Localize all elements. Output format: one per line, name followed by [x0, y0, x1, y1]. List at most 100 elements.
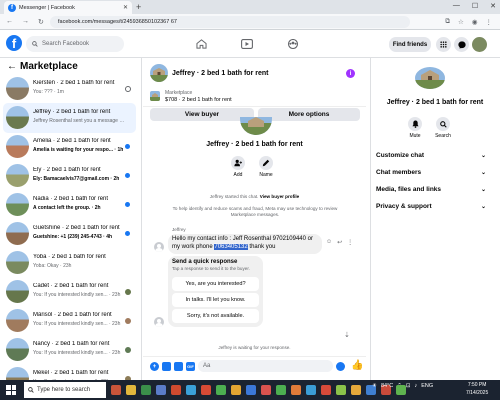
conversation-row[interactable]: Amelia · 2 bed 1 bath for rent Amelia is …: [3, 132, 136, 162]
taskbar-search-input[interactable]: Type here to search: [24, 382, 106, 398]
quick-response-yes[interactable]: Yes, are you interested?: [172, 277, 259, 291]
listing-kicker: Marketplace: [165, 90, 193, 96]
app-glyph-icon: [231, 384, 241, 395]
pencil-icon: [259, 156, 273, 170]
taskbar-app-icon[interactable]: [335, 381, 347, 398]
taskbar-app-icon[interactable]: [155, 381, 167, 398]
forward-icon[interactable]: →: [22, 18, 29, 26]
taskbar-app-icon[interactable]: [215, 381, 227, 398]
window-close-icon[interactable]: ✕: [490, 2, 496, 10]
reply-icon[interactable]: ↩: [337, 239, 342, 246]
conversation-row[interactable]: Nancy · 2 bed 1 bath for rent You: If you…: [3, 335, 136, 365]
info-icon[interactable]: i: [346, 69, 355, 78]
details-title: Jeffrey · 2 bed 1 bath for rent: [386, 99, 484, 106]
conversation-snippet: You: If you interested kindly sen... · 2…: [33, 321, 121, 327]
conversation-row[interactable]: Kiersten · 2 bed 1 bath for rent You: ???…: [3, 74, 136, 104]
taskbar-app-icon[interactable]: [260, 381, 272, 398]
tab-close-icon[interactable]: ✕: [123, 4, 128, 11]
url-field[interactable]: facebook.com/messages/t/245936850102367 …: [50, 16, 410, 28]
bookmark-star-icon[interactable]: ☆: [458, 18, 464, 26]
taskbar-app-icon[interactable]: [170, 381, 182, 398]
tray-expand-icon[interactable]: ⌃: [397, 383, 402, 389]
conversation-row[interactable]: Guetshine · 2 bed 1 bath for rent Guetshi…: [3, 219, 136, 249]
taskbar-app-icon[interactable]: [110, 381, 122, 398]
taskbar-app-icon[interactable]: [275, 381, 287, 398]
thumbs-up-icon[interactable]: 👍: [351, 360, 363, 371]
sent-check-icon: [125, 86, 131, 92]
profile-icon[interactable]: ◉: [472, 18, 478, 26]
conversation-row[interactable]: Yoba · 2 bed 1 bath for rent Yoba: Okay ·…: [3, 248, 136, 278]
name-action[interactable]: Name: [254, 156, 278, 178]
conversation-row[interactable]: Cadet · 2 bed 1 bath for rent You: If you…: [3, 277, 136, 307]
taskbar-clock[interactable]: 7:50 PM 7/14/2025: [466, 382, 488, 397]
taskbar-app-icon[interactable]: [245, 381, 257, 398]
gif-icon[interactable]: GIF: [186, 362, 195, 371]
scroll-down-icon[interactable]: ⇣: [344, 331, 350, 339]
emoji-icon[interactable]: [336, 362, 345, 371]
chevron-down-icon: ⌄: [480, 153, 486, 159]
conversation-thumbnail: [6, 106, 29, 129]
menu-grid-icon[interactable]: [436, 37, 451, 52]
mute-action[interactable]: Mute: [400, 117, 430, 139]
home-icon[interactable]: [192, 36, 210, 52]
install-app-icon[interactable]: ⧉: [445, 18, 450, 26]
mute-label: Mute: [409, 133, 421, 139]
image-icon[interactable]: [162, 362, 171, 371]
search-action[interactable]: Search: [428, 117, 458, 139]
media-files-links-section[interactable]: Media, files and links ⌄: [376, 186, 486, 193]
volume-icon[interactable]: ♪: [414, 383, 417, 389]
taskbar-app-icon[interactable]: [350, 381, 362, 398]
conversation-row[interactable]: Jeffrey · 2 bed 1 bath for rent Jeffrey R…: [3, 103, 136, 133]
taskbar-app-icon[interactable]: [125, 381, 137, 398]
facebook-search-input[interactable]: Search Facebook: [26, 36, 124, 52]
conversation-row[interactable]: Ely · 2 bed 1 bath for rent Ely: Bamacael…: [3, 161, 136, 191]
view-buyer-profile-link[interactable]: View buyer profile: [260, 194, 299, 199]
taskbar-app-icon[interactable]: [140, 381, 152, 398]
plus-icon[interactable]: +: [150, 362, 159, 371]
reload-icon[interactable]: ↻: [38, 18, 44, 26]
privacy-support-section[interactable]: Privacy & support ⌄: [376, 203, 486, 210]
back-icon[interactable]: ←: [6, 18, 13, 26]
browser-tab[interactable]: f Messenger | Facebook ✕: [4, 1, 132, 14]
taskbar-app-icon[interactable]: [290, 381, 302, 398]
message-input[interactable]: Aa: [198, 360, 333, 372]
weather-icon[interactable]: ☀: [372, 383, 377, 389]
taskbar-app-icon[interactable]: [185, 381, 197, 398]
customize-chat-section[interactable]: Customize chat ⌄: [376, 152, 486, 159]
browser-menu-icon[interactable]: ⋮: [486, 18, 493, 26]
language-indicator[interactable]: ENG: [421, 383, 433, 389]
groups-icon[interactable]: [284, 36, 302, 52]
more-options-button[interactable]: More options: [258, 108, 360, 121]
chat-thumbnail[interactable]: [150, 64, 168, 82]
minimize-icon[interactable]: —: [453, 2, 460, 10]
conversation-name: Ely · 2 bed 1 bath for rent: [33, 167, 101, 173]
find-friends-button[interactable]: Find friends: [389, 37, 431, 52]
maximize-icon[interactable]: ☐: [472, 2, 478, 10]
taskbar-app-icon[interactable]: [305, 381, 317, 398]
conversation-row[interactable]: Nadia · 2 bed 1 bath for rent A contact l…: [3, 190, 136, 220]
back-arrow-icon[interactable]: ←: [7, 61, 17, 72]
taskbar-app-icon[interactable]: [320, 381, 332, 398]
video-icon[interactable]: [238, 36, 256, 52]
add-action[interactable]: Add: [226, 156, 250, 178]
message-more-icon[interactable]: ⋮: [347, 239, 353, 246]
app-glyph-icon: [321, 384, 331, 395]
messenger-icon[interactable]: [454, 37, 469, 52]
app-glyph-icon: [291, 384, 301, 395]
react-icon[interactable]: ☺: [326, 239, 332, 246]
windows-start-icon[interactable]: [6, 385, 16, 395]
sender-avatar[interactable]: [154, 242, 164, 252]
conversation-row[interactable]: Märisöl · 2 bed 1 bath for rent You: If y…: [3, 306, 136, 336]
taskbar-app-icon[interactable]: [200, 381, 212, 398]
quick-response-not-available[interactable]: Sorry, it's not available.: [172, 309, 259, 323]
taskbar-app-icon[interactable]: [230, 381, 242, 398]
view-buyer-button[interactable]: View buyer: [150, 108, 254, 121]
sticker-icon[interactable]: [174, 362, 183, 371]
new-tab-button[interactable]: +: [136, 2, 141, 12]
chat-members-section[interactable]: Chat members ⌄: [376, 169, 486, 176]
facebook-logo-icon[interactable]: f: [6, 35, 22, 51]
network-icon[interactable]: ⊡: [406, 383, 411, 389]
quick-response-in-talks[interactable]: In talks. I'll let you know.: [172, 293, 259, 307]
profile-avatar[interactable]: [472, 37, 487, 52]
message-bubble[interactable]: Hello my contact info : Jeff Rosenthal 9…: [168, 234, 322, 254]
